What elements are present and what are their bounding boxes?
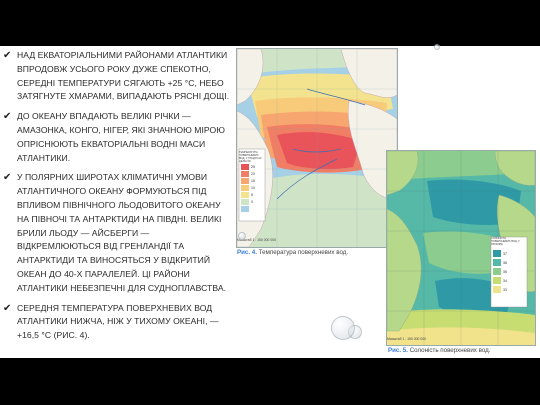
legend-swatch — [493, 250, 501, 257]
figure-caption: Рис. 5. Солоність поверхневих вод. — [388, 347, 490, 354]
legend-swatch — [241, 177, 249, 184]
legend-swatch — [241, 198, 249, 205]
legend-value: 35 — [503, 269, 507, 274]
legend-row: 20 — [241, 170, 261, 177]
legend-row: 33 — [493, 285, 523, 294]
legend-row: 10 — [241, 184, 261, 191]
bullet-item: ✔ У полярних широтах кліматичні умови Атл… — [3, 171, 235, 295]
legend-value: 15 — [251, 178, 255, 183]
legend-row: 34 — [493, 276, 523, 285]
bullet-text: Над екваторіальними районами Атлантики в… — [17, 50, 230, 102]
legend-row: 37 — [493, 249, 523, 258]
salinity-map-graphic — [387, 151, 535, 345]
legend-row: 35 — [493, 267, 523, 276]
water-drop-icon — [331, 316, 355, 340]
top-letterbox — [0, 0, 540, 46]
slide: ✔ Над екваторіальними районами Атлантики … — [0, 0, 540, 405]
legend-row: 36 — [493, 258, 523, 267]
figure-title: Солоність поверхневих вод. — [409, 347, 491, 354]
bullet-list: ✔ Над екваторіальними районами Атлантики … — [3, 49, 235, 349]
legend-swatch — [241, 205, 249, 212]
bullet-item: ✔ Над екваторіальними районами Атлантики … — [3, 49, 235, 104]
legend-value: 36 — [503, 260, 507, 265]
legend-value: 20 — [251, 171, 255, 176]
bullet-item: ✔ Середня температура поверхневих вод Атл… — [3, 302, 235, 343]
legend-value: 34 — [503, 278, 507, 283]
legend-value: 33 — [503, 287, 507, 292]
legend-value: 5 — [251, 192, 253, 197]
checkmark-icon: ✔ — [3, 111, 12, 123]
legend-row: 25 — [241, 163, 261, 170]
temperature-legend: 25 20 15 10 5 0 — [241, 163, 261, 212]
legend-swatch — [493, 286, 501, 293]
figure-title: Температура поверхневих вод. — [258, 249, 349, 256]
legend-row: 15 — [241, 177, 261, 184]
checkmark-icon: ✔ — [3, 50, 12, 61]
legend-row: 5 — [241, 191, 261, 198]
bullet-text: У полярних широтах кліматичні умови Атла… — [17, 172, 227, 293]
legend-swatch — [493, 259, 501, 266]
legend-swatch — [493, 268, 501, 275]
legend-value: 25 — [251, 164, 255, 169]
temperature-map — [236, 48, 398, 248]
bottom-letterbox — [0, 358, 540, 405]
legend-swatch — [241, 191, 249, 198]
figure-number: Рис. 5. — [388, 347, 408, 354]
figure-caption: Рис. 4. Температура поверхневих вод. — [237, 249, 348, 256]
legend-value: 37 — [503, 251, 507, 256]
temperature-map-graphic — [237, 49, 397, 247]
legend-row — [241, 205, 261, 212]
figure-number: Рис. 4. — [237, 249, 257, 256]
water-drop-icon — [434, 44, 440, 50]
legend-value: 10 — [251, 185, 255, 190]
bullet-item: ✔ До океану впадають великі річки — Амазо… — [3, 110, 235, 165]
map-scale: Масштаб 1 : 150 000 000 — [387, 337, 427, 341]
salinity-map — [386, 150, 536, 346]
legend-title: СОЛОНІСТЬ ПОВЕРХНЕВИХ ВОД, У ПРОМІЛЕ — [491, 237, 520, 246]
legend-swatch — [241, 170, 249, 177]
salinity-legend: 37 36 35 34 33 — [493, 249, 523, 294]
bullet-text: Середня температура поверхневих вод Атла… — [17, 302, 219, 341]
water-drop-icon — [238, 232, 246, 240]
legend-value: 0 — [251, 199, 253, 204]
legend-swatch — [241, 184, 249, 191]
checkmark-icon: ✔ — [3, 302, 12, 314]
legend-swatch — [241, 163, 249, 170]
legend-title: ТЕМПЕРАТУРА ПОВЕРХНЕВИХ ВОД, У ГРАДУСАХ … — [239, 151, 262, 163]
legend-row: 0 — [241, 198, 261, 205]
legend-swatch — [493, 277, 501, 284]
bullet-text: До океану впадають великі річки — Амазон… — [17, 111, 225, 163]
checkmark-icon: ✔ — [3, 172, 12, 184]
